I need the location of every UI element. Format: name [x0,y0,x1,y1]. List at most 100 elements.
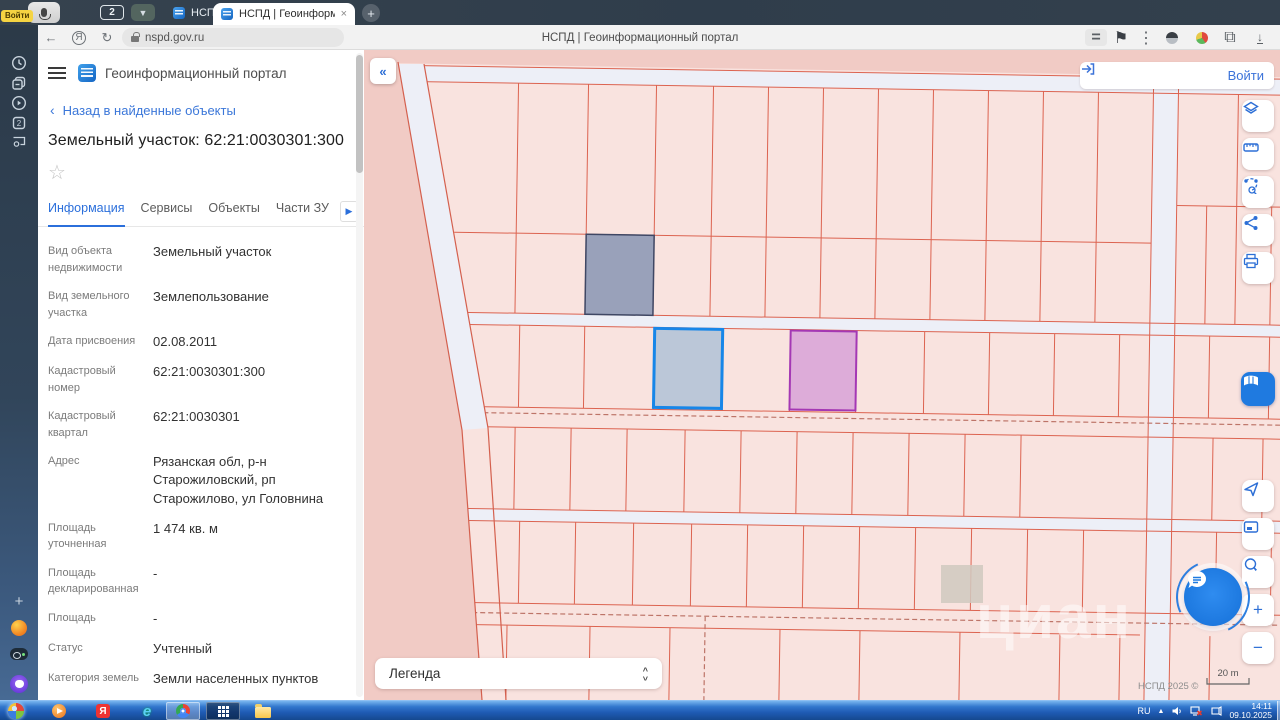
language-indicator[interactable]: RU [1138,706,1151,716]
menu-burger-icon[interactable] [48,67,66,79]
collapse-panel-button[interactable]: « [370,58,396,84]
panel-tab-3[interactable]: Части ЗУ [276,199,329,227]
panel-scrollbar[interactable] [356,53,363,697]
apps-grid-taskbar-icon[interactable] [206,702,240,720]
attribute-value: 02.08.2011 [153,334,218,349]
sidebar-toggle-icon[interactable]: = [1085,29,1107,46]
parcel-slate-highlight[interactable] [584,233,655,317]
attribute-row-1: Вид земельного участка Землепользование [48,288,350,321]
legend-expand-icon: ^ ^ [642,665,648,682]
parcel-title: Земельный участок: 62:21:0030301:300 [48,132,345,149]
attribute-value: 62:21:0030301 [153,409,240,425]
taskbar-clock[interactable]: 14:11 09.10.2025 [1229,702,1276,720]
back-to-results-link[interactable]: ‹ Назад в найденные объекты [50,102,354,118]
minimap-button[interactable] [1242,518,1274,550]
add-panel-icon[interactable]: + [0,593,38,610]
start-button[interactable] [8,703,24,719]
page-title: НСПД | Геоинформационный портал [541,31,739,44]
scale-label: 20 m [1217,668,1238,679]
attribute-row-3: Кадастровый номер 62:21:0030301:300 [48,363,350,396]
attribute-row-10: Категория земель Земли населенных пунктов [48,670,350,688]
extension-ball-icon[interactable] [1190,25,1214,50]
screencast-icon[interactable] [0,133,38,149]
chat-bubble-icon [1187,570,1206,588]
attribute-value: - [153,610,158,626]
panel-tab-2[interactable]: Объекты [208,199,260,227]
collections-icon[interactable]: ⧉ [1218,25,1242,50]
screen: Войти 2 ▼ НСПД | Геоинформацион НСПД | Г… [0,0,1280,720]
volume-icon[interactable] [1171,705,1183,717]
internet-explorer-taskbar-icon[interactable]: e [130,702,164,720]
attribute-rows: Вид объекта недвижимости Земельный участо… [38,227,364,700]
map-attribution: НСПД 2025 © [1138,681,1198,692]
close-tab-icon[interactable]: × [341,8,347,20]
chat-support-button[interactable] [1165,549,1261,645]
feedback-map-button[interactable] [1241,372,1275,406]
panel-scrollbar-thumb[interactable] [356,55,363,173]
browser-tab-active[interactable]: НСПД | Геоинформац... × [213,3,355,25]
attribute-label: Вид объекта недвижимости [48,245,123,274]
attribute-row-4: Кадастровый квартал 62:21:0030301 [48,408,350,441]
print-button[interactable] [1242,252,1274,284]
attribute-row-8: Площадь - [48,610,350,628]
favorite-star-icon[interactable]: ☆ [48,160,354,185]
media-player-taskbar-icon[interactable] [42,702,76,720]
history-icon[interactable] [0,55,38,71]
bookmark-icon[interactable]: ⚑ [1110,25,1132,50]
attribute-value: Рязанская обл, р-н Старожиловский, рп Ст… [153,454,324,506]
svg-text:2: 2 [17,119,22,128]
video-icon[interactable] [0,95,38,111]
panel-tab-1[interactable]: Сервисы [141,199,193,227]
attribute-label: Площадь уточненная [48,521,107,551]
address-bar[interactable]: nspd.gov.ru [122,28,344,47]
incognito-eye-icon[interactable] [0,648,38,660]
attribute-row-5: Адрес Рязанская обл, р-н Старожиловский, … [48,453,350,508]
panel-tab-0[interactable]: Информация [48,199,125,227]
yandex-browser-taskbar-icon[interactable]: Я [86,702,120,720]
system-tray: RU ▲ 14:11 09.10.2025 [1138,701,1276,720]
map-area: циан НСПД 2025 © 20 m « Войти + − Легенд… [364,50,1280,700]
attribute-label: Площадь декларированная [48,566,139,596]
tabs-panel-icon[interactable] [0,75,38,91]
hidden-icons-arrow[interactable]: ▲ [1158,708,1165,715]
app-title: Геоинформационный портал [105,65,287,81]
parcel-selected[interactable] [651,326,725,410]
attribute-label: Площадь [48,611,96,624]
network-error-icon[interactable] [1190,705,1203,717]
attribute-label: Статус [48,641,83,654]
tab-counter[interactable]: 2 [100,5,124,20]
chrome-taskbar-icon[interactable] [166,702,200,720]
extension-halfmoon-icon[interactable] [1160,25,1184,50]
tab-list-chevron-icon[interactable]: ▼ [131,4,155,21]
ruler-button[interactable] [1242,138,1274,170]
new-tab-button[interactable]: + [362,4,380,22]
tab-count-rail-icon[interactable]: 2 [0,115,38,131]
zoom-out-button[interactable]: − [1242,632,1274,664]
layers-button[interactable] [1242,100,1274,132]
select-area-button[interactable] [1242,176,1274,208]
locate-button[interactable] [1242,480,1274,512]
attribute-label: Дата присвоения [48,335,136,347]
explorer-taskbar-icon[interactable] [246,702,280,720]
yandex-icon[interactable]: Я [66,25,92,50]
legend-bar[interactable]: Легенда ^ ^ [375,658,662,689]
attribute-label: Вид земельного участка [48,290,130,319]
attribute-label: Кадастровый квартал [48,410,116,439]
parcel-purple-highlight[interactable] [788,329,858,412]
alice-assistant-icon[interactable] [0,675,38,693]
share-button[interactable] [1242,214,1274,246]
action-center-icon[interactable] [1210,705,1223,717]
cadastral-map[interactable]: циан НСПД 2025 © 20 m [364,50,1280,700]
login-bar[interactable]: Войти [1080,62,1274,89]
windows-taskbar: Я e RU ▲ 14:11 09.10.2025 [0,700,1280,720]
download-icon[interactable]: ↓ [1248,25,1272,50]
games-ball-icon[interactable] [0,620,38,636]
browser-tabstrip: Войти 2 ▼ НСПД | Геоинформацион НСПД | Г… [0,0,1280,25]
reload-icon[interactable]: ↻ [94,25,120,50]
attribute-label: Категория земель [48,672,139,685]
voice-login-badge[interactable]: Войти [1,10,34,22]
menu-dots-icon[interactable]: ⋮ [1135,25,1157,50]
attribute-row-2: Дата присвоения 02.08.2011 [48,333,350,351]
panel-tabs-bar: ИнформацияСервисыОбъектыЧасти ЗУСоста ▶ [38,199,364,227]
back-icon[interactable]: ← [38,25,64,50]
